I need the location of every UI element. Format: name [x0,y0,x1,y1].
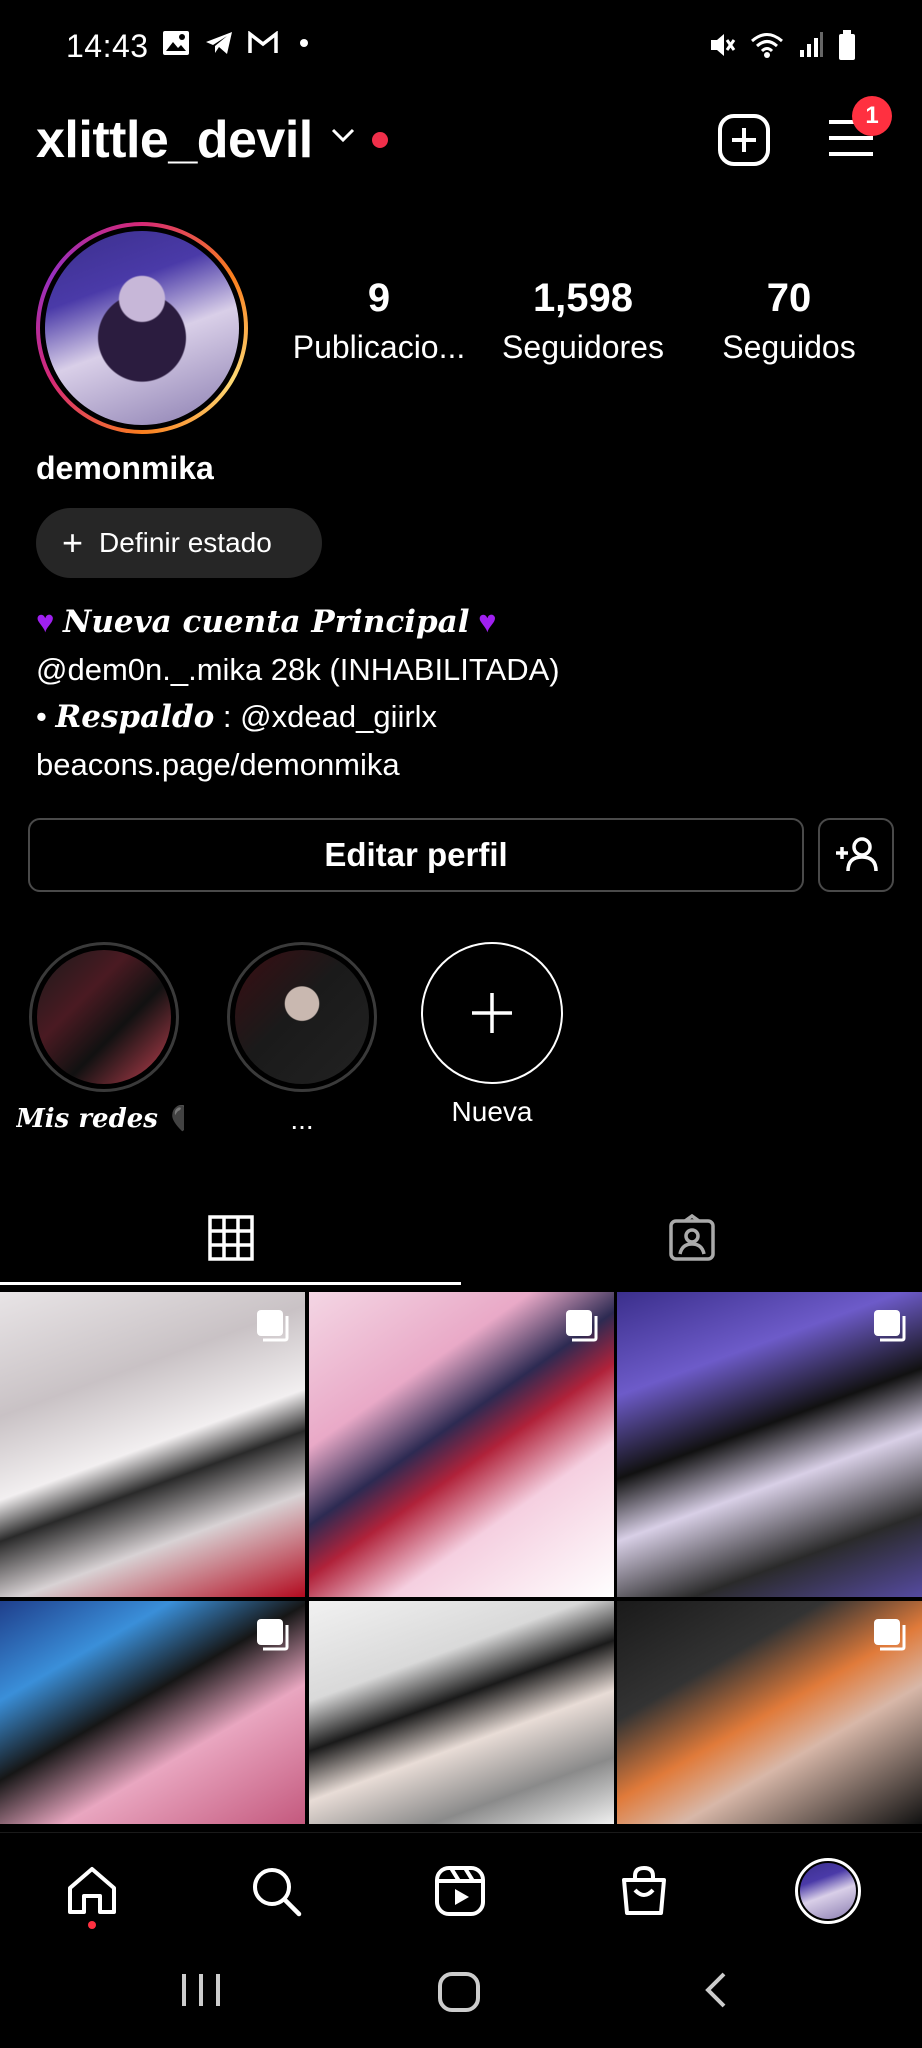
stat-followers-value: 1,598 [532,276,634,320]
purple-heart-icon: ♥ [36,604,55,639]
add-person-icon [836,837,878,872]
mute-icon [711,34,736,56]
set-status-button[interactable]: + Definir estado [36,508,322,578]
tab-tagged[interactable] [461,1190,922,1286]
bio-bullet: • [36,699,56,734]
profile-tabs [0,1190,922,1286]
highlight-mis-redes[interactable]: Mis redes 🖤 [16,942,184,1134]
shopping-bag-icon [622,1865,666,1915]
stat-following-value: 70 [766,276,812,320]
wifi-icon [751,33,783,58]
recent-apps-button[interactable] [176,1970,226,2010]
plus-icon [472,993,512,1033]
avatar-photo [45,231,239,425]
highlight-label: ... [290,1104,314,1135]
stat-followers[interactable]: 1,598 Seguidores [488,276,678,366]
post-thumbnail[interactable] [617,1601,922,1824]
post-thumbnail[interactable] [0,1601,305,1824]
nav-reels[interactable] [420,1851,500,1931]
back-icon [705,1972,726,2008]
bio-backup-label: Respaldo [55,699,215,735]
bio-link[interactable]: beacons.page/demonmika [36,741,896,788]
profile-avatar-small [795,1858,861,1924]
set-status-label: Definir estado [99,527,272,558]
highlight-2[interactable]: ... [222,942,382,1136]
gallery-icon [163,31,189,55]
bio-backup-handle[interactable]: : @xdead_giirlx [214,699,437,734]
tagged-person-icon [668,1214,715,1261]
search-icon [253,1868,302,1917]
bio-line-3: • Respaldo : @xdead_giirlx [36,693,896,741]
home-button-icon [438,1972,480,2012]
create-post-icon[interactable] [716,112,772,168]
more-notifications-dot [300,39,308,47]
battery-icon [839,30,855,60]
tab-posts-grid[interactable] [0,1190,461,1286]
plus-icon: + [62,522,84,563]
home-icon [68,1867,116,1914]
new-activity-dot [372,132,388,148]
profile-name: demonmika [36,450,214,486]
notification-icons [162,30,308,56]
home-activity-dot [88,1921,96,1929]
back-button[interactable] [700,1970,730,2010]
purple-heart-icon: ♥ [478,604,497,639]
multiple-photos-icon [257,1619,289,1651]
multiple-photos-icon [257,1310,289,1342]
notification-badge: 1 [852,96,892,136]
home-button[interactable] [436,1970,482,2014]
gmail-icon [248,31,278,53]
post-thumbnail[interactable] [617,1292,922,1597]
multiple-photos-icon [566,1310,598,1342]
reels-icon [435,1866,485,1916]
stat-posts-label: Publicacio... [292,329,466,365]
post-thumbnail[interactable] [309,1292,614,1597]
status-bar: 14:43 [0,0,922,92]
recent-apps-icon [182,1974,220,2006]
profile-bio: ♥ Nueva cuenta Principal ♥ @dem0n._.mika… [36,598,896,788]
stat-posts[interactable]: 9 Publicacio... [284,276,474,366]
profile-header: xlittle_devil 1 [0,96,922,180]
multiple-photos-icon [874,1310,906,1342]
bio-headline: Nueva cuenta Principal [63,604,470,640]
bottom-navigation [0,1832,922,1942]
stat-posts-value: 9 [367,276,391,320]
new-highlight-button[interactable] [421,942,563,1084]
system-icons [708,30,856,60]
nav-home[interactable] [52,1851,132,1931]
multiple-photos-icon [874,1619,906,1651]
telegram-icon [206,32,232,54]
grid-icon [207,1215,254,1261]
username-switcher[interactable]: xlittle_devil [36,110,313,170]
stat-followers-label: Seguidores [502,329,664,365]
highlight-cover [37,950,171,1084]
post-thumbnail[interactable] [309,1601,614,1824]
chevron-down-icon[interactable] [330,126,356,144]
edit-profile-button[interactable]: Editar perfil [28,818,804,892]
post-thumbnail[interactable] [0,1292,305,1597]
nav-profile[interactable] [788,1851,868,1931]
discover-people-button[interactable] [818,818,894,892]
bio-line-1: ♥ Nueva cuenta Principal ♥ [36,598,896,646]
highlight-label: Nueva [451,1096,533,1127]
active-tab-indicator [0,1282,461,1285]
stat-following[interactable]: 70 Seguidos [694,276,884,366]
profile-avatar[interactable] [36,222,248,434]
system-navigation [0,1942,922,2048]
highlight-label: Mis redes 🖤 [16,1104,184,1134]
nav-search[interactable] [236,1851,316,1931]
stat-following-label: Seguidos [722,329,856,365]
highlight-cover [235,950,369,1084]
highlight-new[interactable]: Nueva [412,942,572,1128]
nav-shop[interactable] [604,1851,684,1931]
signal-icon [800,32,823,57]
status-time: 14:43 [66,28,149,64]
bio-line-2: @dem0n._.mika 28k (INHABILITADA) [36,652,560,687]
